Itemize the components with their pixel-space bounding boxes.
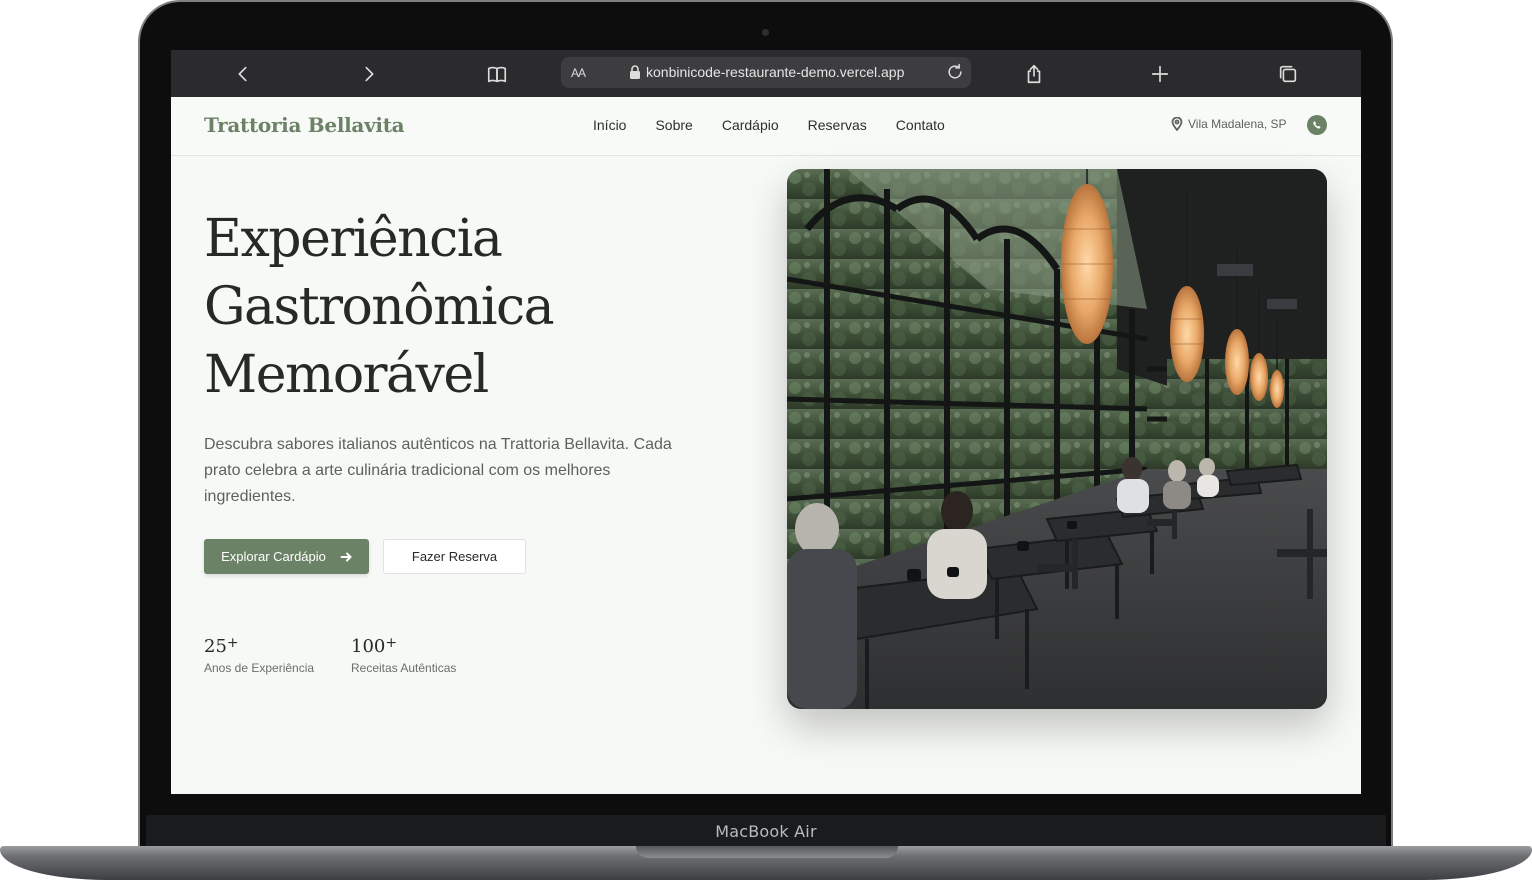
url-text: konbinicode-restaurante-demo.vercel.app: [646, 64, 905, 80]
laptop-bottom-bezel: MacBook Air: [146, 815, 1386, 848]
device-label: MacBook Air: [715, 822, 817, 841]
laptop-opening-notch: [636, 846, 898, 858]
location-text: Vila Madalena, SP: [1188, 117, 1287, 131]
forward-icon[interactable]: [355, 60, 383, 88]
hero-title: Experiência Gastronômica Memorável: [204, 205, 764, 409]
whatsapp-icon[interactable]: [1307, 115, 1327, 135]
nav-contato[interactable]: Contato: [896, 117, 945, 133]
stat-years: 25+ Anos de Experiência: [204, 635, 314, 675]
bookmarks-icon[interactable]: [483, 60, 511, 88]
hero-description: Descubra sabores italianos autênticos na…: [204, 436, 672, 505]
location[interactable]: Vila Madalena, SP: [1171, 117, 1287, 131]
map-pin-icon: [1171, 117, 1183, 131]
new-tab-icon[interactable]: [1146, 60, 1174, 88]
camera: [762, 29, 769, 36]
nav-inicio[interactable]: Início: [593, 117, 626, 133]
hero-title-line: Memorável: [204, 345, 489, 405]
hero-restaurant-image: [787, 169, 1327, 709]
stat-recipes: 100+ Receitas Autênticas: [351, 635, 456, 675]
nav-sobre[interactable]: Sobre: [655, 117, 692, 133]
hero-title-line: Experiência: [204, 209, 503, 269]
browser-toolbar: AA konbinicode-restaurante-demo.vercel.a…: [171, 50, 1361, 97]
nav-cardapio[interactable]: Cardápio: [722, 117, 779, 133]
explore-menu-button[interactable]: Explorar Cardápio: [204, 539, 369, 574]
stat-label: Anos de Experiência: [204, 661, 315, 675]
stat-value: 100+: [351, 635, 398, 657]
stat-value: 25+: [204, 635, 239, 657]
make-reservation-button[interactable]: Fazer Reserva: [383, 539, 526, 574]
explore-menu-label: Explorar Cardápio: [221, 549, 326, 564]
tabs-overview-icon[interactable]: [1274, 60, 1302, 88]
address-bar[interactable]: AA konbinicode-restaurante-demo.vercel.a…: [561, 57, 971, 88]
hero-title-line: Gastronômica: [204, 277, 555, 337]
make-reservation-label: Fazer Reserva: [411, 549, 498, 564]
reader-aa-button[interactable]: AA: [571, 66, 586, 80]
back-icon[interactable]: [229, 60, 257, 88]
stat-label: Receitas Autênticas: [351, 661, 457, 675]
site-header: Trattoria Bellavita Início Sobre Cardápi…: [171, 97, 1361, 156]
share-icon[interactable]: [1020, 60, 1048, 88]
main-nav: Início Sobre Cardápio Reservas Contato: [593, 117, 974, 133]
nav-reservas[interactable]: Reservas: [808, 117, 867, 133]
brand-logo[interactable]: Trattoria Bellavita: [204, 113, 405, 137]
screen: AA konbinicode-restaurante-demo.vercel.a…: [171, 50, 1361, 794]
reload-icon[interactable]: [945, 62, 965, 82]
arrow-right-icon: [340, 552, 352, 561]
lock-icon: [629, 65, 641, 79]
